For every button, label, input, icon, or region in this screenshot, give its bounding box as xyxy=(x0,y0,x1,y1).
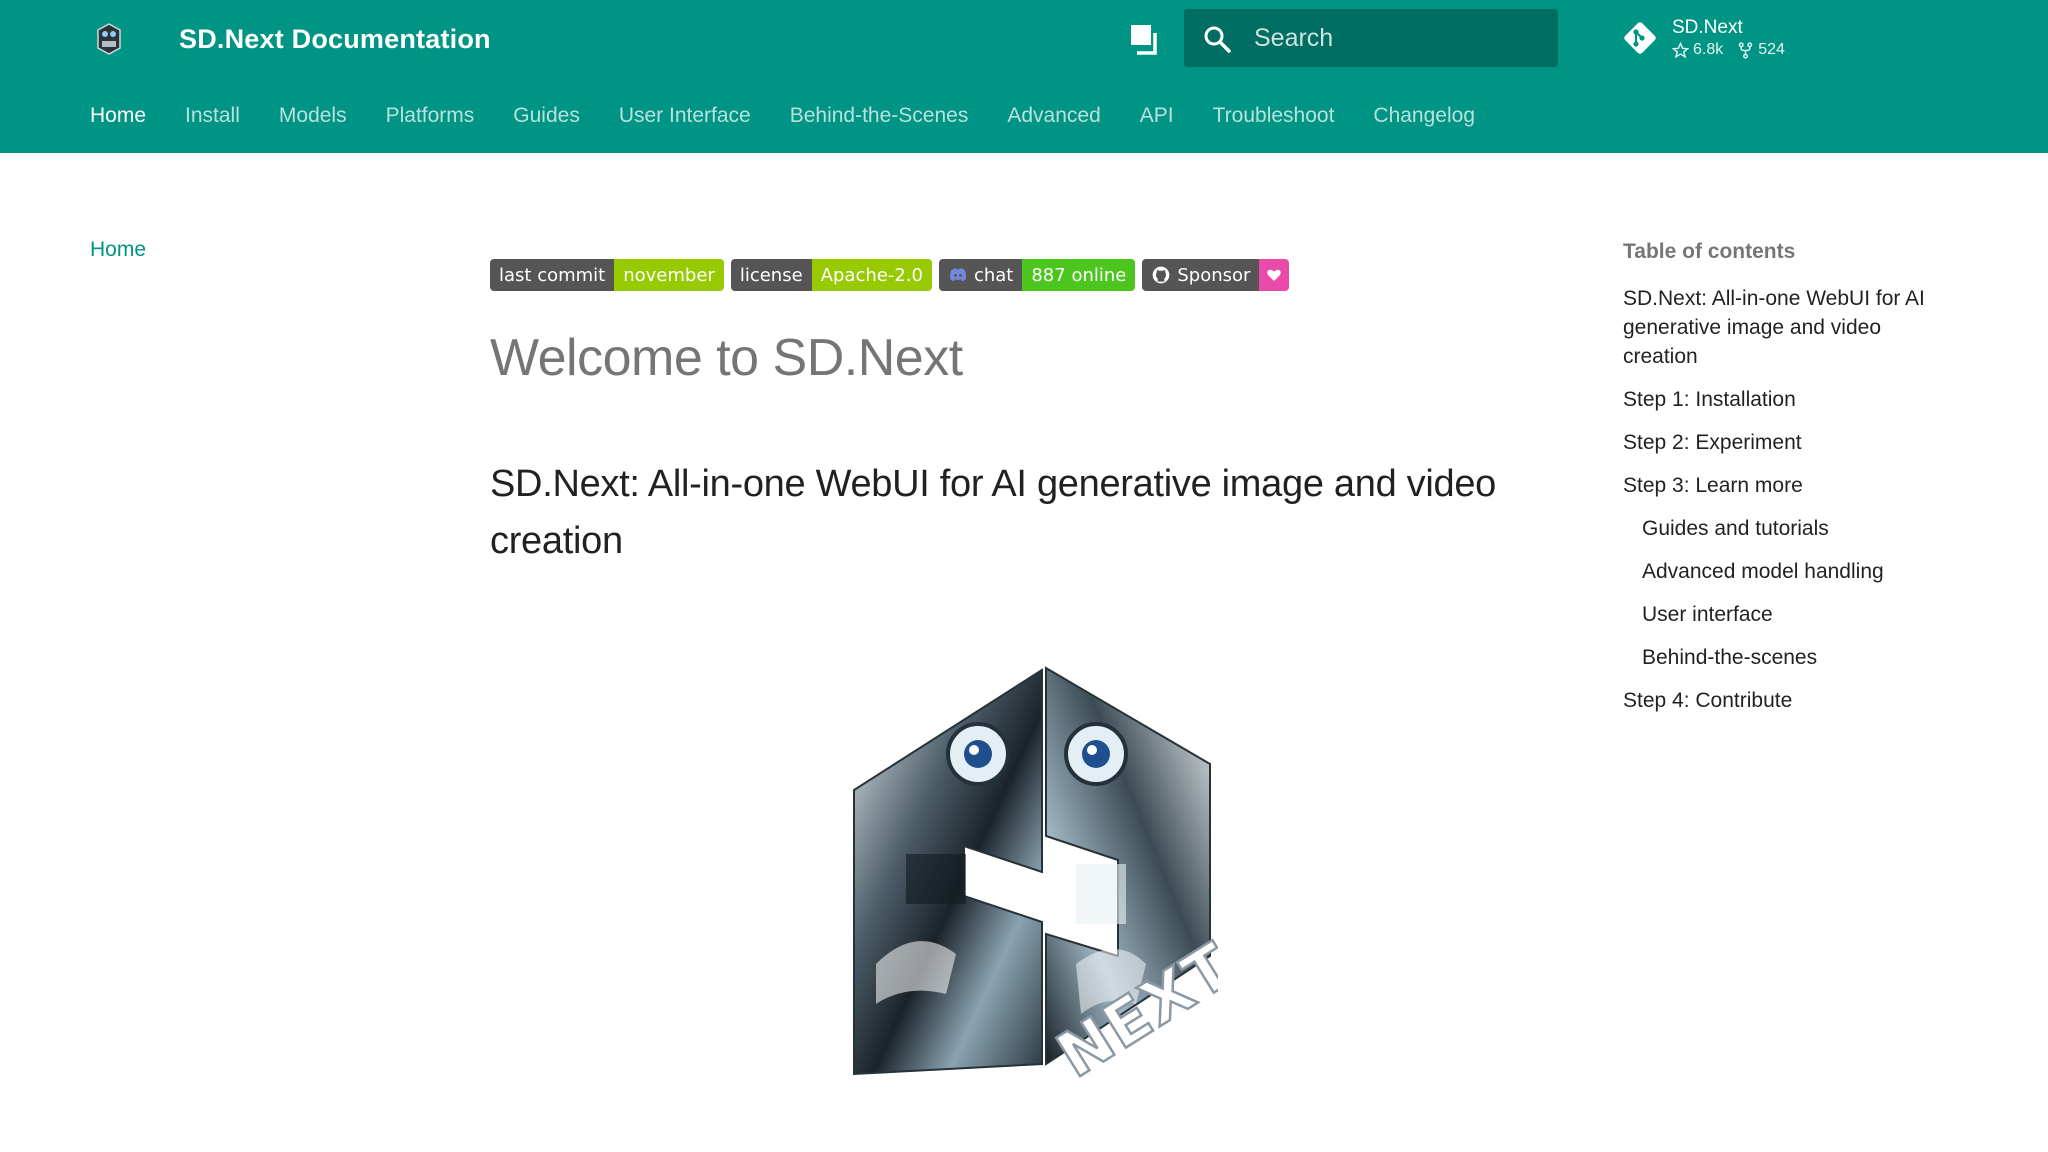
badge-value: november xyxy=(614,259,724,291)
search-box[interactable] xyxy=(1184,9,1558,67)
badge-row: last commit november license Apache-2.0 … xyxy=(490,259,1296,291)
site-logo[interactable] xyxy=(88,18,130,60)
tab-changelog[interactable]: Changelog xyxy=(1373,104,1475,128)
repo-forks: 524 xyxy=(1737,40,1785,60)
badge-value: Apache-2.0 xyxy=(811,259,932,291)
repo-stars-count: 6.8k xyxy=(1693,41,1724,58)
tab-home[interactable]: Home xyxy=(90,104,146,128)
star-icon xyxy=(1672,41,1689,58)
color-palette-icon xyxy=(1131,25,1157,55)
fork-icon xyxy=(1739,41,1753,59)
repo-stars: 6.8k xyxy=(1672,40,1723,60)
badge-label: Sponsor xyxy=(1177,264,1251,286)
toc-item-guides-and-tutorials[interactable]: Guides and tutorials xyxy=(1623,514,1953,543)
repo-forks-count: 524 xyxy=(1758,41,1785,58)
github-icon xyxy=(1153,266,1170,284)
license-badge[interactable]: license Apache-2.0 xyxy=(730,259,932,291)
section-heading: SD.Next: All-in-one WebUI for AI generat… xyxy=(490,463,1497,562)
toc-item-behind-the-scenes[interactable]: Behind-the-scenes xyxy=(1623,643,1953,672)
sidebar-item-home[interactable]: Home xyxy=(90,238,146,262)
tab-platforms[interactable]: Platforms xyxy=(386,104,475,128)
toc-item-step-1-installation[interactable]: Step 1: Installation xyxy=(1623,385,1953,414)
palette-toggle-button[interactable] xyxy=(1126,20,1164,58)
discord-icon xyxy=(949,268,966,282)
badge-label-wrap: Sponsor xyxy=(1142,259,1260,291)
badge-value: 887 online xyxy=(1022,259,1136,291)
repo-stats: 6.8k 524 xyxy=(1672,40,1799,60)
site-title[interactable]: SD.Next Documentation xyxy=(179,18,491,60)
tab-models[interactable]: Models xyxy=(279,104,347,128)
heart-icon xyxy=(1267,269,1282,281)
badge-label: license xyxy=(730,259,812,291)
toc-title: Table of contents xyxy=(1623,240,1796,263)
sdnext-logo-icon xyxy=(97,23,121,55)
badge-label-wrap: chat xyxy=(938,259,1023,291)
toc-item-step-3-learn-more[interactable]: Step 3: Learn more xyxy=(1623,471,1953,500)
table-of-contents: Table of contents SD.Next: All-in-one We… xyxy=(1623,240,1953,729)
tab-guides[interactable]: Guides xyxy=(513,104,580,128)
discord-chat-badge[interactable]: chat 887 online xyxy=(938,259,1136,291)
sdnext-hero-logo: NEXT xyxy=(853,666,1218,1084)
toc-item-step-4-contribute[interactable]: Step 4: Contribute xyxy=(1623,686,1953,715)
badge-label: chat xyxy=(973,264,1014,286)
toc-item-sdnext-intro[interactable]: SD.Next: All-in-one WebUI for AI generat… xyxy=(1623,284,1953,371)
last-commit-badge[interactable]: last commit november xyxy=(490,259,724,291)
page-title: Welcome to SD.Next xyxy=(490,329,963,387)
tab-api[interactable]: API xyxy=(1140,104,1174,128)
tab-install[interactable]: Install xyxy=(185,104,240,128)
badge-value xyxy=(1259,259,1290,291)
toc-item-user-interface[interactable]: User interface xyxy=(1623,600,1953,629)
top-tabs: Home Install Models Platforms Guides Use… xyxy=(90,96,1514,136)
tab-user-interface[interactable]: User Interface xyxy=(619,104,751,128)
badge-label: last commit xyxy=(490,259,615,291)
toc-item-advanced-model-handling[interactable]: Advanced model handling xyxy=(1623,557,1953,586)
sponsor-badge[interactable]: Sponsor xyxy=(1142,259,1290,291)
repo-link[interactable]: SD.Next 6.8k 524 xyxy=(1620,12,1850,64)
tab-troubleshoot[interactable]: Troubleshoot xyxy=(1213,104,1335,128)
tab-advanced[interactable]: Advanced xyxy=(1007,104,1100,128)
site-header: SD.Next Documentation SD.Next xyxy=(0,0,2048,153)
toc-item-step-2-experiment[interactable]: Step 2: Experiment xyxy=(1623,428,1953,457)
toc-list: SD.Next: All-in-one WebUI for AI generat… xyxy=(1623,284,1953,715)
search-input[interactable] xyxy=(1254,9,1544,67)
repo-name: SD.Next xyxy=(1672,17,1743,38)
search-icon xyxy=(1204,26,1231,53)
git-icon xyxy=(1624,22,1656,54)
tab-behind-the-scenes[interactable]: Behind-the-Scenes xyxy=(790,104,969,128)
repo-meta: SD.Next 6.8k 524 xyxy=(1672,16,1799,60)
